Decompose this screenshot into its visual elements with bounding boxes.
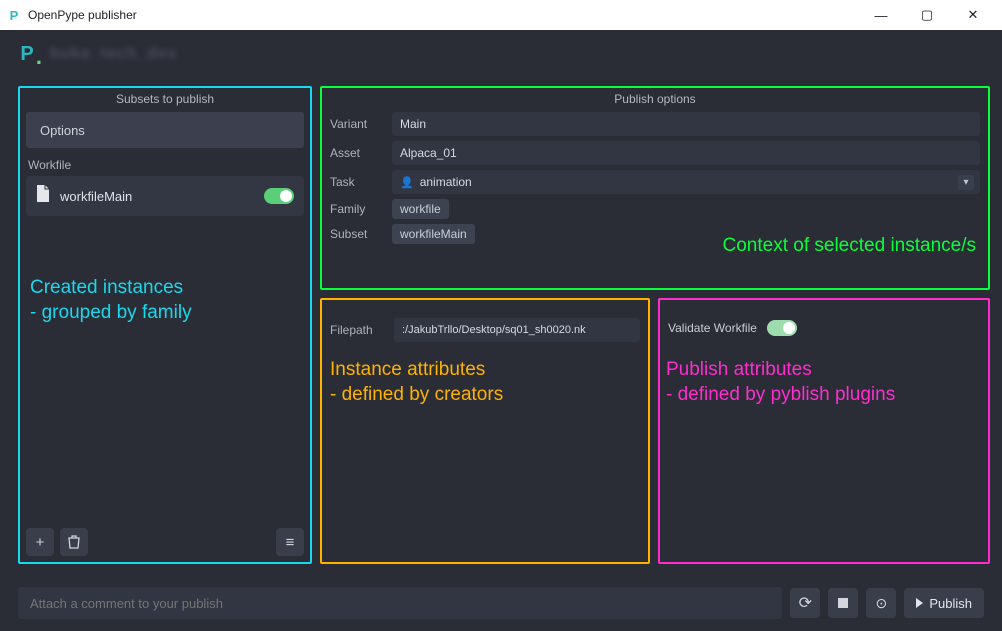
context-name: kuka_tech_dev [50,45,178,63]
minimize-button[interactable]: — [858,0,904,30]
task-value: animation [420,175,952,189]
task-label: Task [330,175,384,189]
file-icon [36,185,50,208]
comment-input[interactable] [18,587,782,619]
task-select[interactable]: 👤 animation ▾ [392,170,980,194]
publish-options-panel: Publish options Variant Asset Task 👤 ani… [320,86,990,290]
variant-label: Variant [330,117,384,131]
instance-row[interactable]: workfileMain [26,176,304,216]
family-group-label: Workfile [28,158,304,172]
refresh-icon: ⟳ [799,593,812,613]
window-title: OpenPype publisher [28,8,137,22]
asset-input[interactable] [392,141,980,165]
menu-button[interactable]: ≡ [276,528,304,556]
window-titlebar: P OpenPype publisher — ▢ ✕ [0,0,1002,30]
delete-button[interactable] [60,528,88,556]
instance-toggle[interactable] [264,188,294,204]
footer-bar: ⟳ ⊙ Publish [0,583,1002,631]
pubattr-annotation: Publish attributes - defined by pyblish … [666,358,895,407]
family-label: Family [330,202,384,216]
stop-icon [838,598,848,608]
asset-label: Asset [330,146,384,160]
subsets-panel: Subsets to publish Options Workfile work… [18,86,312,564]
app-icon: P [6,7,22,23]
subsets-annotation: Created instances - grouped by family [30,276,192,325]
filepath-input[interactable] [394,318,640,342]
publish-options-title: Publish options [330,92,980,106]
chevron-down-icon: ▾ [958,175,974,190]
publish-label: Publish [929,596,972,611]
validate-workfile-label: Validate Workfile [668,321,757,335]
publish-button[interactable]: Publish [904,588,984,618]
play-icon [916,598,923,608]
filepath-label: Filepath [330,323,386,337]
publish-attrs-panel: Validate Workfile Publish attributes - d… [658,298,990,564]
maximize-button[interactable]: ▢ [904,0,950,30]
subset-chip: workfileMain [392,224,475,244]
person-icon: 👤 [400,176,414,189]
settings-button[interactable]: ⊙ [866,588,896,618]
subset-label: Subset [330,227,384,241]
app-header: P kuka_tech_dev [0,30,1002,78]
family-chip: workfile [392,199,449,219]
add-button[interactable]: + [26,528,54,556]
options-button[interactable]: Options [26,112,304,148]
instance-name: workfileMain [60,189,254,204]
logo-icon: P [14,41,40,67]
validate-workfile-toggle[interactable] [767,320,797,336]
subsets-title: Subsets to publish [26,92,304,106]
instattr-annotation: Instance attributes - defined by creator… [330,358,503,407]
instance-attrs-panel: Filepath Instance attributes - defined b… [320,298,650,564]
reset-button[interactable]: ⟳ [790,588,820,618]
gear-icon: ⊙ [875,595,887,612]
close-button[interactable]: ✕ [950,0,996,30]
variant-input[interactable] [392,112,980,136]
stop-button[interactable] [828,588,858,618]
